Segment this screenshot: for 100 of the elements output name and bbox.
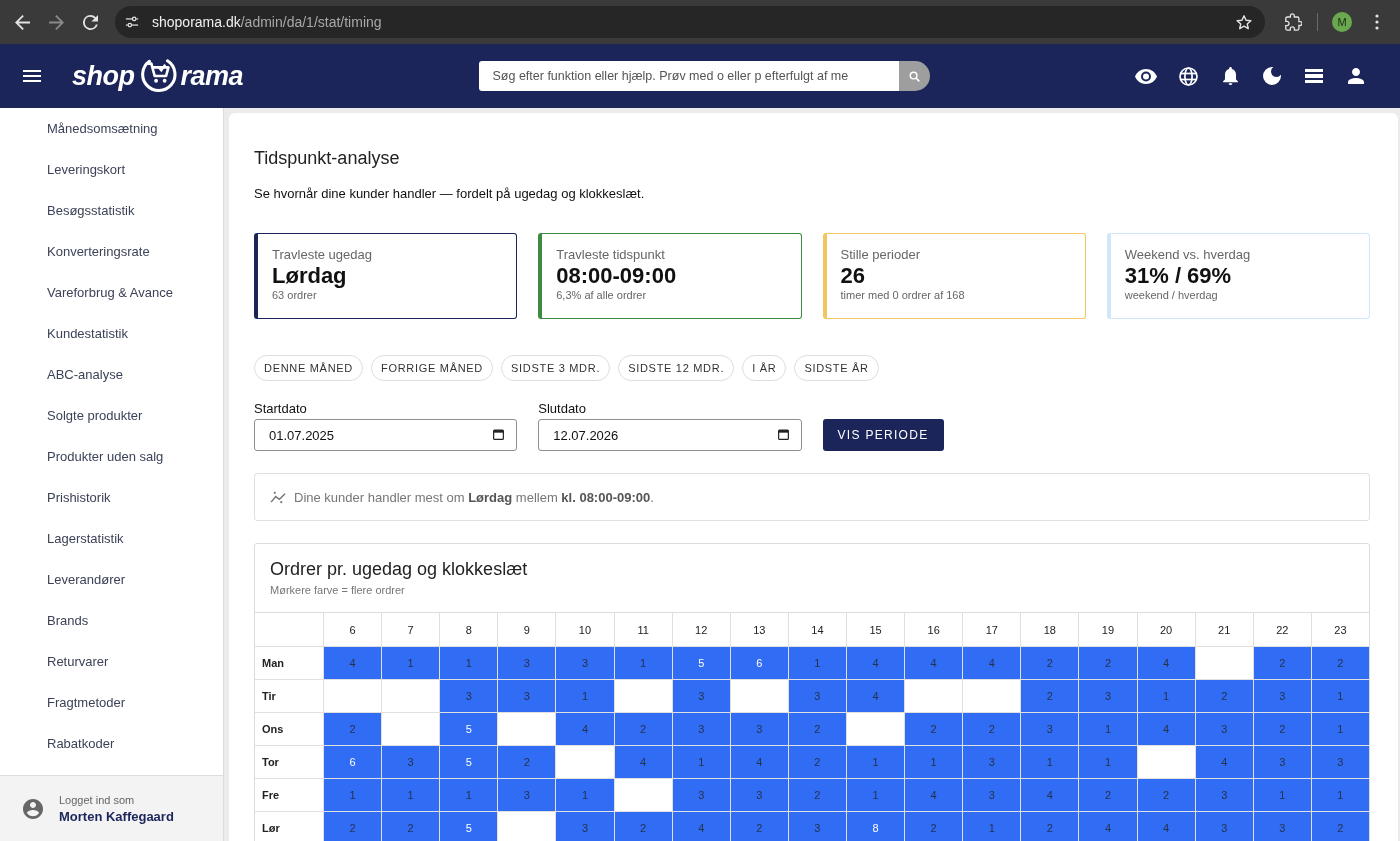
sidebar-item[interactable]: Prishistorik — [0, 477, 223, 518]
sidebar-item[interactable]: Rabatkoder — [0, 723, 223, 764]
table-cell: 2 — [324, 812, 382, 841]
table-cell: 4 — [324, 647, 382, 679]
table-cell: 1 — [440, 779, 498, 811]
login-caption: Logget ind som — [59, 793, 136, 806]
table-cell: 2 — [324, 713, 382, 745]
table-cell: 4 — [730, 746, 788, 778]
table-cell: 1 — [847, 746, 905, 778]
table-cell: 4 — [847, 647, 905, 679]
kpi-label: Stille perioder — [840, 247, 921, 263]
column-header: 13 — [730, 613, 788, 646]
table-cell: 3 — [730, 779, 788, 811]
sidebar-item[interactable]: Leveringskort — [0, 149, 223, 190]
logo-text[interactable]: rama — [180, 60, 244, 92]
table-cell: 1 — [788, 647, 846, 679]
column-header: 22 — [1253, 613, 1311, 646]
table-cell: 3 — [1195, 812, 1253, 841]
calendar-icon[interactable] — [777, 429, 789, 440]
table-cell: 4 — [1079, 812, 1137, 841]
sidebar-item[interactable]: Leverandører — [0, 559, 223, 600]
table-cell: 6 — [730, 647, 788, 679]
table-cell: 3 — [963, 746, 1021, 778]
kpi-value: Lørdag — [272, 263, 348, 289]
table-cell: 2 — [1311, 812, 1369, 841]
sidebar-item[interactable]: Brands — [0, 600, 223, 641]
table-cell: 2 — [730, 812, 788, 841]
table-cell: 1 — [1311, 779, 1369, 811]
kpi-note: weekend / hverdag — [1124, 289, 1219, 302]
table-cell: 3 — [556, 812, 614, 841]
table-cell: 1 — [1311, 713, 1369, 745]
kpi-note: 63 ordrer — [272, 289, 318, 302]
sidebar-item[interactable]: Månedsomsætning — [0, 108, 223, 149]
table-cell: 2 — [905, 812, 963, 841]
kpi-value: 31% / 69% — [1124, 263, 1233, 289]
table-cell: 3 — [1021, 713, 1079, 745]
search-field[interactable]: Søg efter funktion eller hjælp. Prøv med o eller p efterfulgt af me — [478, 61, 899, 91]
table-cell: 2 — [614, 812, 672, 841]
forward-arrow-icon — [48, 14, 64, 30]
profile-avatar[interactable]: M — [1332, 12, 1352, 32]
column-header: 9 — [498, 613, 556, 646]
table-cell: 3 — [1079, 680, 1137, 712]
sidebar-item[interactable]: Lagerstatistik — [0, 518, 223, 559]
sidebar-item[interactable]: ABC-analyse — [0, 354, 223, 395]
table-cell: 8 — [847, 812, 905, 841]
url-text[interactable]: shoporama.dk/admin/da/1/stat/timing — [152, 14, 382, 30]
star-icon — [1236, 14, 1252, 30]
date-field[interactable]: 12.07.2026 — [538, 419, 802, 451]
table-cell: 2 — [614, 713, 672, 745]
heatmap-title: Ordrer pr. ugedag og klokkeslæt — [270, 558, 529, 580]
show-period-button[interactable]: VIS PERIODE — [822, 419, 944, 451]
column-header: 8 — [440, 613, 498, 646]
column-header: 7 — [382, 613, 440, 646]
table-cell: 2 — [382, 812, 440, 841]
bell-icon — [1222, 67, 1238, 85]
table-cell: 4 — [1021, 779, 1079, 811]
kpi-value: 08:00-09:00 — [556, 263, 678, 289]
sidebar-item[interactable]: Returvarer — [0, 641, 223, 682]
table-cell: 2 — [1021, 812, 1079, 841]
table-cell: 3 — [556, 647, 614, 679]
kpi-note: timer med 0 ordrer af 168 — [840, 289, 966, 302]
table-cell: 2 — [1311, 647, 1369, 679]
column-header: 11 — [614, 613, 672, 646]
column-header: 14 — [788, 613, 846, 646]
address-bar[interactable]: shoporama.dk/admin/da/1/stat/timing — [115, 6, 1265, 38]
table-cell: 4 — [614, 746, 672, 778]
table-cell: 1 — [905, 746, 963, 778]
sidebar-item[interactable]: Kundestatistik — [0, 313, 223, 354]
table-cell: 5 — [440, 746, 498, 778]
reload-icon — [82, 14, 98, 30]
column-header: 18 — [1021, 613, 1079, 646]
puzzle-icon — [1284, 13, 1302, 31]
search-button[interactable] — [898, 61, 930, 91]
back-arrow-icon — [14, 14, 30, 30]
sidebar-item[interactable]: Produkter uden salg — [0, 436, 223, 477]
row-header: Ons — [255, 713, 323, 745]
table-cell: 2 — [1137, 779, 1195, 811]
column-header: 12 — [672, 613, 730, 646]
table-cell: 2 — [1021, 647, 1079, 679]
table-cell: 4 — [1195, 746, 1253, 778]
sidebar-item[interactable]: Besøgsstatistik — [0, 190, 223, 231]
calendar-icon[interactable] — [493, 429, 505, 440]
sidebar-item[interactable]: Vareforbrug & Avance — [0, 272, 223, 313]
date-field[interactable]: 01.07.2025 — [254, 419, 518, 451]
table-cell: 1 — [382, 647, 440, 679]
table-cell: 5 — [440, 812, 498, 841]
menu-icon — [23, 70, 41, 82]
sidebar-item[interactable]: Fragtmetoder — [0, 682, 223, 723]
sliders-icon — [125, 15, 139, 29]
table-cell: 2 — [1195, 680, 1253, 712]
sidebar-item[interactable]: Konverteringsrate — [0, 231, 223, 272]
column-header: 20 — [1137, 613, 1195, 646]
row-header: Tir — [255, 680, 323, 712]
table-cell: 4 — [1137, 713, 1195, 745]
sidebar-item[interactable]: Solgte produkter — [0, 395, 223, 436]
logo-text[interactable]: shop — [72, 60, 135, 92]
table-cell: 6 — [324, 746, 382, 778]
table-cell: 4 — [1137, 812, 1195, 841]
table-cell: 3 — [440, 680, 498, 712]
kpi-note: 6,3% af alle ordrer — [556, 289, 648, 302]
